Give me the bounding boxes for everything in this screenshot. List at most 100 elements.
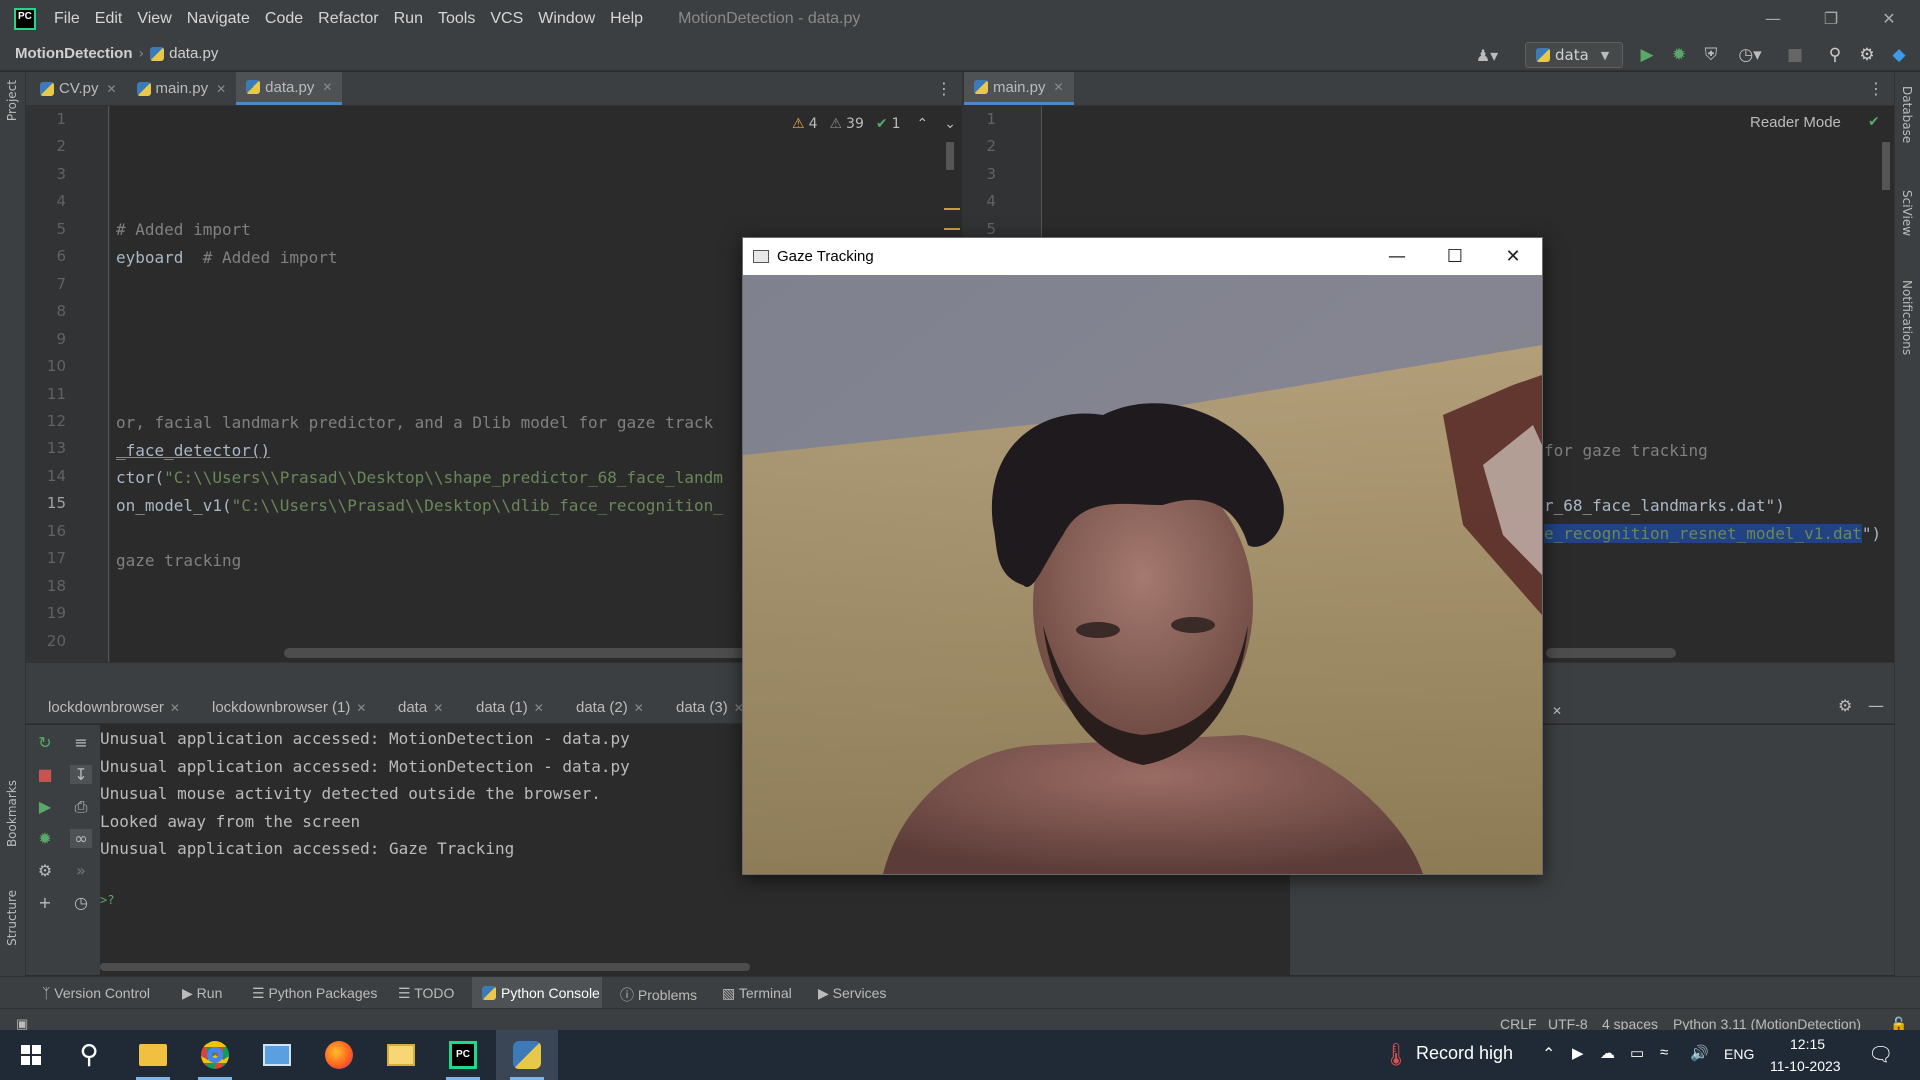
close-tab-icon[interactable]: ✕: [106, 82, 116, 96]
menu-help[interactable]: Help: [610, 10, 643, 28]
history-icon[interactable]: ◷: [70, 893, 92, 912]
language-indicator[interactable]: ENG: [1724, 1046, 1754, 1062]
gear-icon[interactable]: ⚙: [1856, 44, 1878, 66]
python-packages-button[interactable]: ☰ Python Packages: [252, 985, 377, 1002]
menu-run[interactable]: Run: [394, 10, 423, 28]
python-console-button[interactable]: Python Console: [482, 985, 600, 1001]
close-tab-icon[interactable]: ✕: [322, 80, 332, 94]
more-icon[interactable]: »: [70, 861, 92, 880]
structure-tool-button[interactable]: Structure: [5, 890, 19, 946]
hide-icon[interactable]: —: [1868, 696, 1884, 715]
taskbar-firefox[interactable]: [308, 1030, 370, 1080]
horizontal-scrollbar[interactable]: [1546, 648, 1676, 658]
console-tab[interactable]: data (3) ✕: [676, 699, 744, 716]
chevron-up-icon[interactable]: ⌃: [1542, 1044, 1555, 1064]
debug-icon[interactable]: ✹: [34, 829, 56, 848]
chevron-up-icon[interactable]: ⌃: [917, 116, 929, 132]
meet-icon[interactable]: ▶: [1572, 1044, 1584, 1062]
breadcrumb-file[interactable]: data.py: [169, 45, 218, 62]
run-tool-button[interactable]: ▶ Run: [182, 985, 222, 1002]
breadcrumb-project[interactable]: MotionDetection: [15, 45, 133, 62]
stop-icon[interactable]: ■: [34, 765, 56, 784]
scroll-thumb[interactable]: [946, 142, 954, 170]
reader-mode-button[interactable]: Reader Mode: [1750, 114, 1841, 131]
menu-view[interactable]: View: [137, 10, 171, 28]
close-tab-icon[interactable]: ✕: [356, 701, 366, 715]
execute-icon[interactable]: ▶: [34, 797, 56, 816]
search-icon[interactable]: ⚲: [1824, 44, 1846, 66]
close-button[interactable]: ✕: [1484, 238, 1542, 275]
minimize-button[interactable]: —: [1744, 0, 1802, 37]
project-tool-button[interactable]: Project: [5, 80, 19, 121]
menu-code[interactable]: Code: [265, 10, 303, 28]
profile-icon[interactable]: ◷▾: [1732, 44, 1768, 66]
stop-icon[interactable]: ■: [1784, 44, 1806, 66]
debug-icon[interactable]: ✹: [1668, 44, 1690, 66]
run-configuration-select[interactable]: data ▼: [1525, 42, 1623, 68]
console-tab[interactable]: lockdownbrowser (1) ✕: [212, 699, 366, 716]
coverage-icon[interactable]: ⛨: [1700, 44, 1722, 66]
console-prompt[interactable]: >?: [100, 893, 114, 907]
menu-refactor[interactable]: Refactor: [318, 10, 378, 28]
gear-icon[interactable]: ⚙: [34, 861, 56, 880]
menu-window[interactable]: Window: [538, 10, 595, 28]
gear-icon[interactable]: ⚙: [1838, 696, 1852, 715]
menu-tools[interactable]: Tools: [438, 10, 475, 28]
battery-icon[interactable]: ▭: [1630, 1044, 1644, 1062]
menu-edit[interactable]: Edit: [95, 10, 123, 28]
close-tab-icon[interactable]: ✕: [216, 82, 226, 96]
taskbar-explorer[interactable]: [370, 1030, 432, 1080]
console-tab[interactable]: data (1) ✕: [476, 699, 544, 716]
taskbar-app[interactable]: [246, 1030, 308, 1080]
console-tab[interactable]: lockdownbrowser ✕: [48, 699, 180, 716]
notifications-tool-button[interactable]: Notifications: [1900, 280, 1914, 355]
taskbar-chrome[interactable]: [184, 1030, 246, 1080]
show-variables-icon[interactable]: ∞: [70, 829, 92, 848]
volume-icon[interactable]: 🔊: [1690, 1044, 1709, 1062]
menu-navigate[interactable]: Navigate: [187, 10, 250, 28]
maximize-button[interactable]: ☐: [1426, 238, 1484, 275]
close-tab-icon[interactable]: ✕: [1552, 704, 1562, 718]
minimize-button[interactable]: —: [1368, 238, 1426, 275]
print-icon[interactable]: ⎙: [70, 797, 92, 817]
console-tab[interactable]: data ✕: [398, 699, 443, 716]
database-tool-button[interactable]: Database: [1900, 86, 1914, 143]
notification-center-icon[interactable]: 🗨: [1868, 1042, 1893, 1067]
gaze-title-bar[interactable]: Gaze Tracking — ☐ ✕: [743, 238, 1542, 275]
tab-main-py[interactable]: main.py ✕: [127, 72, 237, 105]
weather-label[interactable]: Record high: [1416, 1043, 1513, 1064]
more-tabs-icon[interactable]: ⋮: [936, 72, 952, 105]
close-tab-icon[interactable]: ✕: [170, 701, 180, 715]
close-button[interactable]: ✕: [1860, 0, 1918, 37]
wifi-icon[interactable]: ≈: [1660, 1044, 1668, 1061]
taskbar-python[interactable]: [496, 1030, 558, 1080]
search-button[interactable]: ⚲: [58, 1030, 120, 1080]
terminal-button[interactable]: ▧ Terminal: [722, 985, 792, 1002]
user-icon[interactable]: ♟▾: [1470, 44, 1504, 66]
clock-time[interactable]: 12:15: [1790, 1036, 1825, 1052]
clock-date[interactable]: 11-10-2023: [1770, 1058, 1841, 1074]
close-tab-icon[interactable]: ✕: [433, 701, 443, 715]
scroll-thumb[interactable]: [1882, 142, 1890, 190]
problems-button[interactable]: ⓘ Problems: [620, 985, 697, 1005]
jetbrains-icon[interactable]: ◆: [1888, 44, 1910, 66]
close-tab-icon[interactable]: ✕: [1054, 80, 1064, 94]
soft-wrap-icon[interactable]: ≡: [70, 733, 92, 752]
console-tab[interactable]: data (2) ✕: [576, 699, 644, 716]
tab-main-py-right[interactable]: main.py ✕: [964, 72, 1074, 105]
taskbar-pycharm[interactable]: PC: [432, 1030, 494, 1080]
version-control-button[interactable]: ᛉ Version Control: [42, 985, 150, 1001]
todo-button[interactable]: ☰ TODO: [398, 985, 454, 1002]
tab-data-py[interactable]: data.py ✕: [236, 72, 343, 105]
horizontal-scrollbar[interactable]: [284, 648, 766, 658]
horizontal-scrollbar[interactable]: [100, 963, 750, 971]
menu-vcs[interactable]: VCS: [490, 10, 523, 28]
run-icon[interactable]: ▶: [1636, 44, 1658, 66]
scroll-to-end-icon[interactable]: ↧: [70, 765, 92, 784]
close-tab-icon[interactable]: ✕: [534, 701, 544, 715]
gaze-tracking-window[interactable]: Gaze Tracking — ☐ ✕: [742, 237, 1543, 875]
restore-button[interactable]: ❐: [1802, 0, 1860, 37]
taskbar-file-explorer[interactable]: [122, 1030, 184, 1080]
chevron-down-icon[interactable]: ⌄: [944, 116, 956, 132]
tab-cv-py[interactable]: CV.py ✕: [26, 72, 127, 105]
